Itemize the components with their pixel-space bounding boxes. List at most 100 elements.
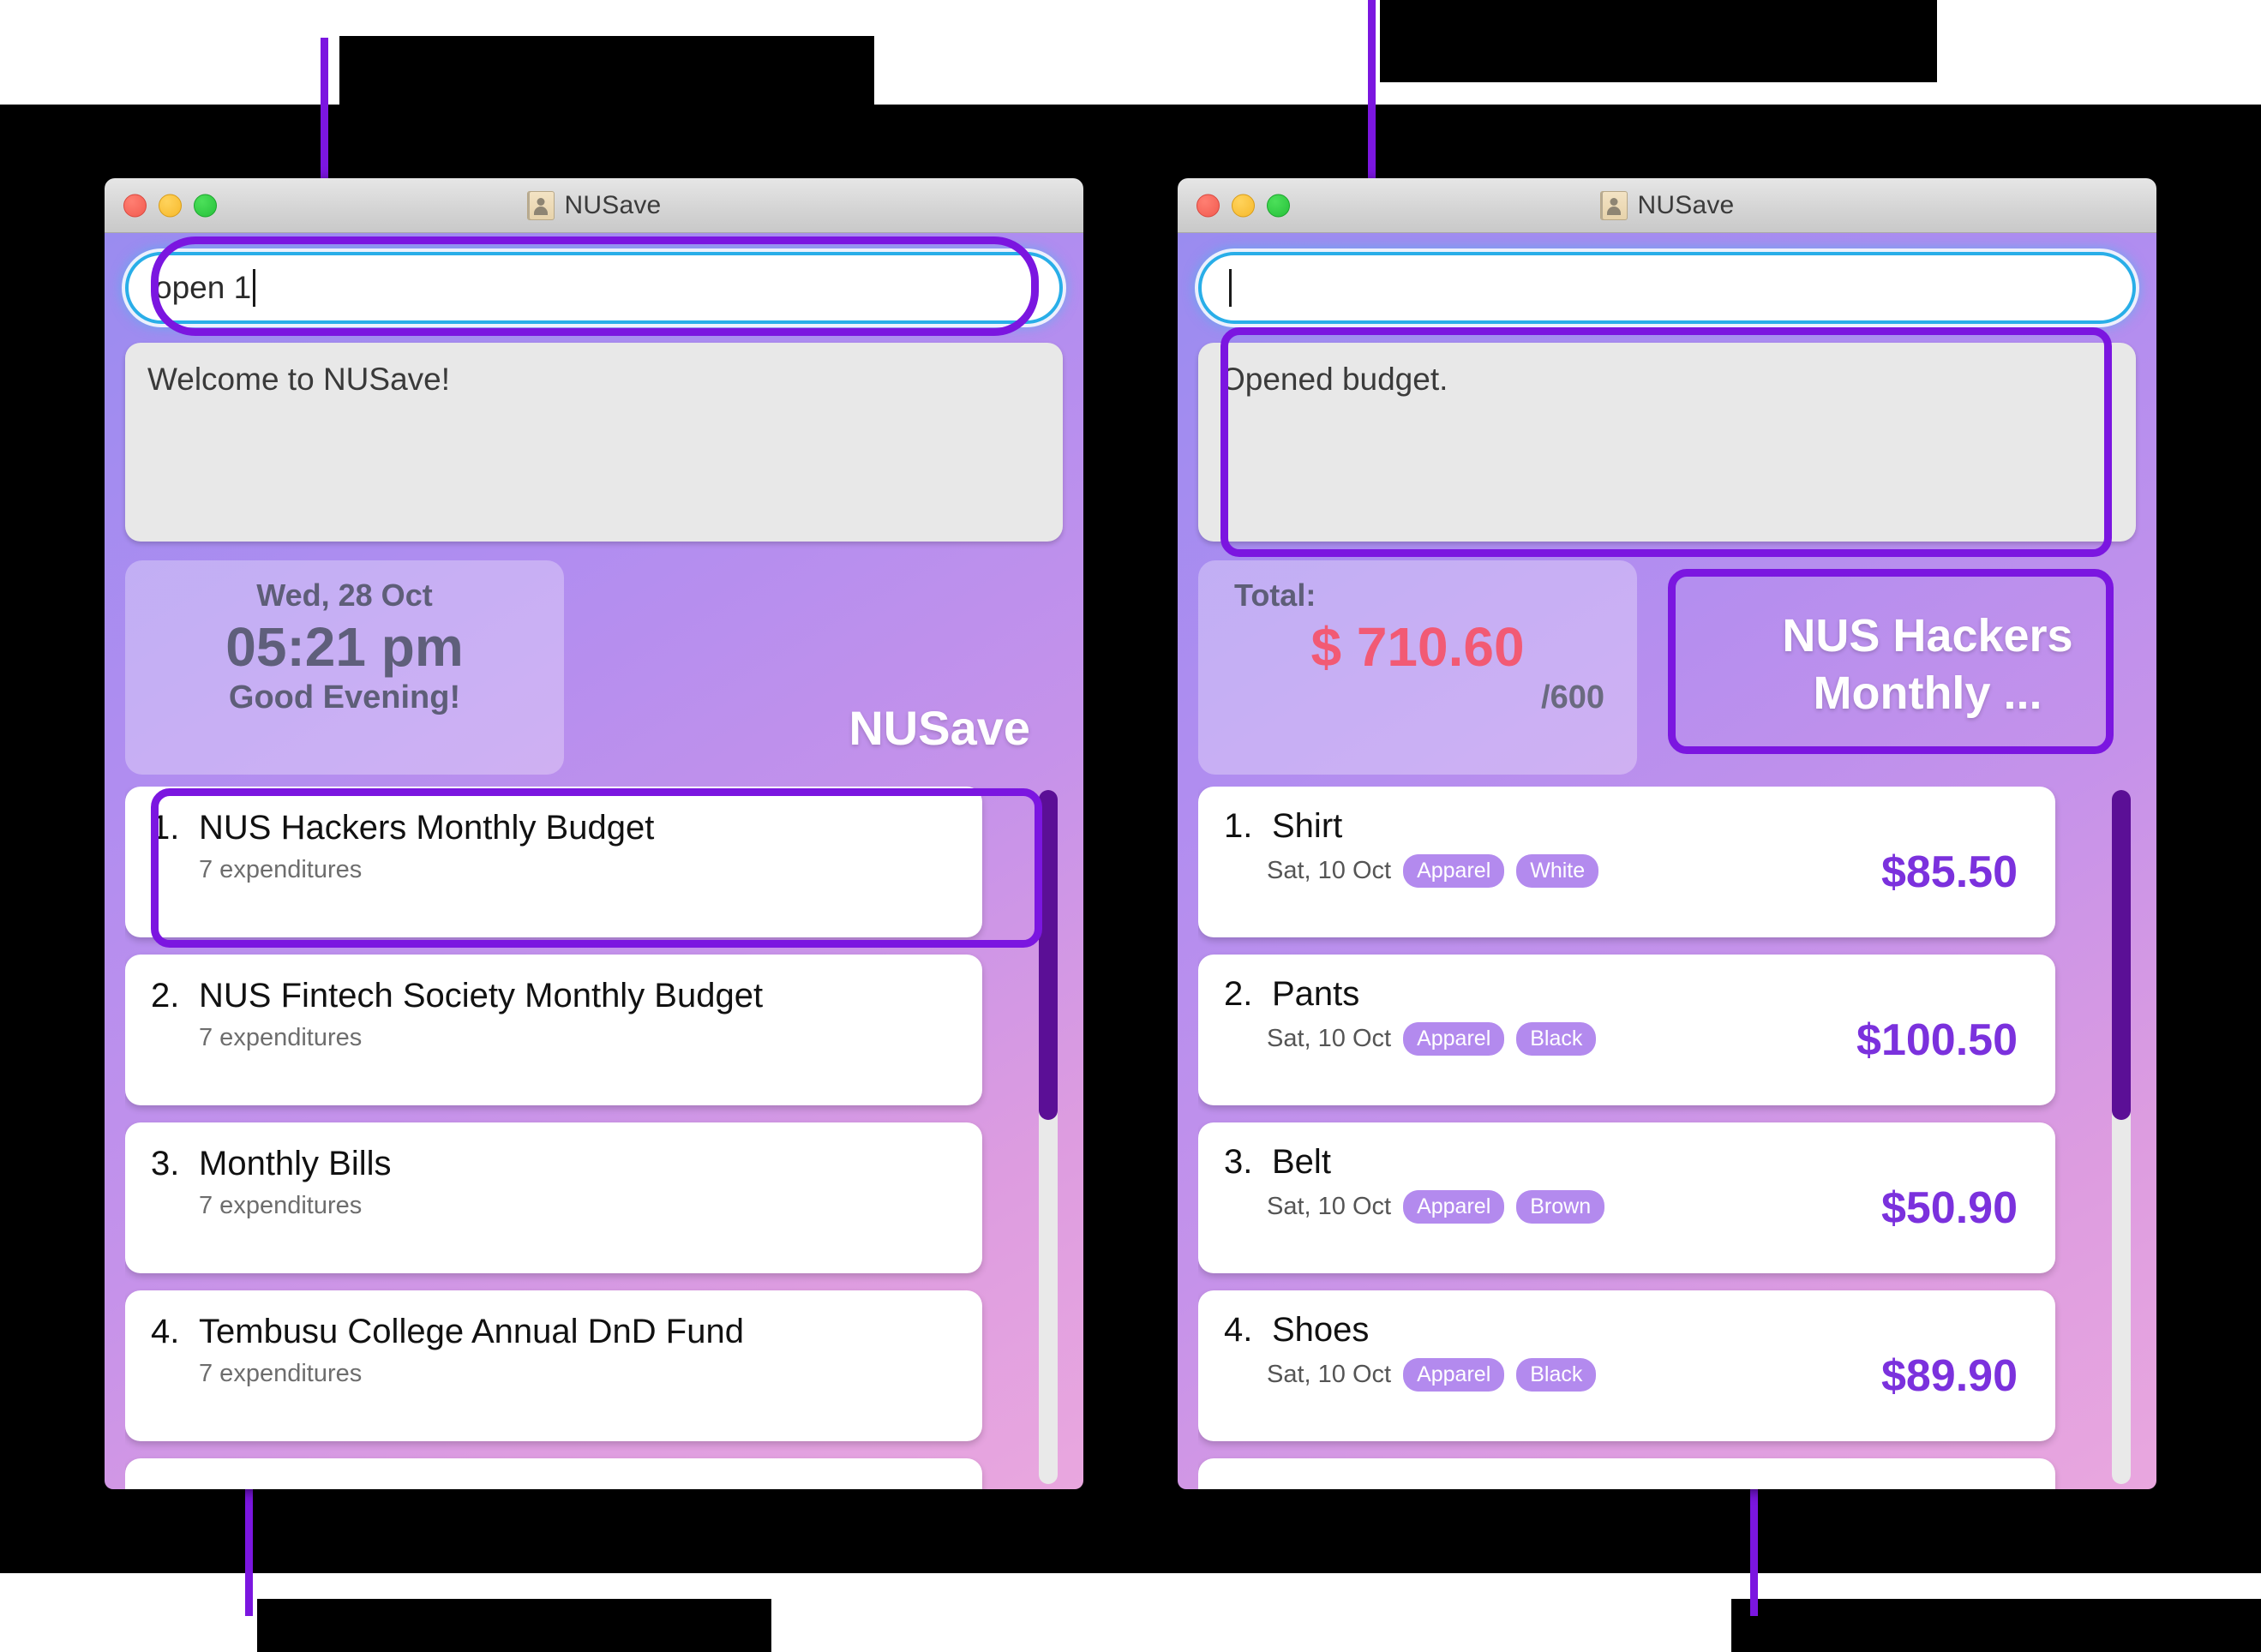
expenditure-index: 2. bbox=[1224, 975, 1253, 1013]
expenditure-list-item[interactable] bbox=[1198, 1458, 2055, 1489]
expenditure-list-item[interactable]: 3. Belt Sat, 10 Oct Apparel Brown $50.90 bbox=[1198, 1122, 2055, 1273]
titlebar[interactable]: NUSave bbox=[105, 178, 1083, 233]
expenditure-name: Shoes bbox=[1272, 1311, 1370, 1349]
app-body: Opened budget. Total: $ 710.60 /600 NUS … bbox=[1178, 233, 2156, 1489]
budget-list-item[interactable]: 1. NUS Hackers Monthly Budget 7 expenditu… bbox=[125, 787, 982, 937]
redacted-callout-right-bottom bbox=[1731, 1599, 2261, 1652]
redacted-callout-right-top bbox=[1380, 0, 1937, 82]
traffic-light-group bbox=[1196, 194, 1290, 217]
traffic-light-group bbox=[123, 194, 217, 217]
feedback-message: Opened budget. bbox=[1220, 362, 1448, 397]
expenditure-tag[interactable]: Apparel bbox=[1403, 1022, 1505, 1056]
total-label: Total: bbox=[1234, 578, 1316, 613]
redacted-callout-left-top bbox=[339, 36, 874, 108]
expenditure-index: 3. bbox=[1224, 1143, 1253, 1181]
budget-list-item[interactable]: 3. Monthly Bills 7 expenditures bbox=[125, 1122, 982, 1273]
expenditure-tag[interactable]: Apparel bbox=[1403, 1190, 1505, 1224]
titlebar[interactable]: NUSave bbox=[1178, 178, 2156, 233]
info-row: Wed, 28 Oct 05:21 pm Good Evening! NUSav… bbox=[125, 560, 1063, 775]
expenditure-list: 1. Shirt Sat, 10 Oct Apparel White $85.50… bbox=[1198, 787, 2055, 1489]
expenditure-amount: $85.50 bbox=[1880, 847, 2018, 897]
expenditure-name: Belt bbox=[1272, 1143, 1331, 1181]
budget-item-title-row: 1. NUS Hackers Monthly Budget bbox=[151, 809, 957, 847]
feedback-panel: Opened budget. bbox=[1198, 343, 2136, 542]
scrollbar-thumb[interactable] bbox=[2112, 790, 2131, 1120]
budget-item-name: Monthly Bills bbox=[199, 1145, 392, 1182]
text-caret bbox=[1229, 269, 1232, 307]
expenditure-details: 1. Shirt Sat, 10 Oct Apparel White bbox=[1224, 807, 1881, 888]
command-input[interactable]: open 1 bbox=[125, 252, 1063, 324]
budget-item-subtitle: 7 expenditures bbox=[199, 1360, 363, 1387]
expenditure-meta: Sat, 10 Oct Apparel White bbox=[1267, 854, 1881, 888]
expenditure-title-row: 3. Belt bbox=[1224, 1143, 1881, 1182]
expenditure-tag[interactable]: Apparel bbox=[1403, 854, 1505, 888]
list-scrollbar[interactable] bbox=[1039, 790, 1058, 1484]
expenditure-date: Sat, 10 Oct bbox=[1267, 1193, 1392, 1220]
budget-item-title-row: 2. NUS Fintech Society Monthly Budget bbox=[151, 977, 957, 1015]
budget-item-subtitle: 7 expenditures bbox=[199, 1024, 363, 1051]
expenditure-title-row: 4. Shoes bbox=[1224, 1311, 1881, 1350]
expenditure-details: 4. Shoes Sat, 10 Oct Apparel Black bbox=[1224, 1311, 1881, 1392]
current-date: Wed, 28 Oct bbox=[256, 578, 433, 613]
budget-item-name: Tembusu College Annual DnD Fund bbox=[199, 1313, 744, 1350]
budget-item-index: 4. bbox=[151, 1313, 180, 1350]
expenditure-amount: $100.50 bbox=[1856, 1015, 2018, 1065]
expenditure-meta: Sat, 10 Oct Apparel Black bbox=[1267, 1022, 1856, 1056]
expenditure-list-item[interactable]: 4. Shoes Sat, 10 Oct Apparel Black $89.90 bbox=[1198, 1290, 2055, 1441]
budget-list-item[interactable]: 2. NUS Fintech Society Monthly Budget 7 e… bbox=[125, 955, 982, 1105]
close-button[interactable] bbox=[1196, 194, 1220, 217]
expenditure-name: Shirt bbox=[1272, 807, 1343, 845]
minimize-button[interactable] bbox=[1232, 194, 1255, 217]
greeting-text: Good Evening! bbox=[228, 679, 461, 716]
expenditure-tag[interactable]: Apparel bbox=[1403, 1358, 1505, 1392]
total-card: Total: $ 710.60 /600 bbox=[1198, 560, 1637, 775]
screenshot-stage: NUSave open 1 Welcome to NUSave! Wed, 28… bbox=[0, 0, 2261, 1652]
expenditure-tag[interactable]: White bbox=[1516, 854, 1599, 888]
list-scrollbar[interactable] bbox=[2112, 790, 2131, 1484]
expenditure-date: Sat, 10 Oct bbox=[1267, 1361, 1392, 1388]
budget-item-subtitle: 7 expenditures bbox=[199, 856, 363, 883]
close-button[interactable] bbox=[123, 194, 147, 217]
window-title: NUSave bbox=[1637, 190, 1735, 219]
budget-list-region: 1. NUS Hackers Monthly Budget 7 expenditu… bbox=[125, 787, 1063, 1489]
window-expenditure-list[interactable]: NUSave Opened budget. Total: $ 710.60 /6… bbox=[1178, 178, 2156, 1489]
budget-item-subtitle: 7 expenditures bbox=[199, 1192, 363, 1219]
budget-list-item[interactable] bbox=[125, 1458, 982, 1489]
budget-item-index: 3. bbox=[151, 1145, 180, 1182]
datetime-card: Wed, 28 Oct 05:21 pm Good Evening! bbox=[125, 560, 564, 775]
feedback-panel: Welcome to NUSave! bbox=[125, 343, 1063, 542]
total-threshold: /600 bbox=[1541, 679, 1604, 716]
window-title-group: NUSave bbox=[526, 190, 662, 220]
scrollbar-thumb[interactable] bbox=[1039, 790, 1058, 1120]
expenditure-index: 4. bbox=[1224, 1311, 1253, 1349]
expenditure-list-item[interactable]: 2. Pants Sat, 10 Oct Apparel Black $100.5… bbox=[1198, 955, 2055, 1105]
expenditure-title-row: 2. Pants bbox=[1224, 975, 1856, 1014]
current-time: 05:21 pm bbox=[225, 616, 464, 678]
expenditure-meta: Sat, 10 Oct Apparel Black bbox=[1267, 1358, 1881, 1392]
info-row: Total: $ 710.60 /600 NUS Hackers Monthly… bbox=[1198, 560, 2136, 775]
zoom-button[interactable] bbox=[1267, 194, 1290, 217]
expenditure-name: Pants bbox=[1272, 975, 1360, 1013]
expenditure-title-row: 1. Shirt bbox=[1224, 807, 1881, 846]
expenditure-tag[interactable]: Brown bbox=[1516, 1190, 1605, 1224]
expenditure-details: 3. Belt Sat, 10 Oct Apparel Brown bbox=[1224, 1143, 1881, 1224]
expenditure-tag[interactable]: Black bbox=[1516, 1358, 1597, 1392]
active-budget-name-line1: NUS Hackers bbox=[1782, 610, 2073, 662]
window-budget-list[interactable]: NUSave open 1 Welcome to NUSave! Wed, 28… bbox=[105, 178, 1083, 1489]
expenditure-date: Sat, 10 Oct bbox=[1267, 1025, 1392, 1052]
expenditure-meta: Sat, 10 Oct Apparel Brown bbox=[1267, 1190, 1881, 1224]
app-body: open 1 Welcome to NUSave! Wed, 28 Oct 05… bbox=[105, 233, 1083, 1489]
command-input-value: open 1 bbox=[154, 270, 252, 305]
budget-item-name: NUS Fintech Society Monthly Budget bbox=[199, 977, 764, 1015]
command-input[interactable] bbox=[1198, 252, 2136, 324]
expenditure-amount: $50.90 bbox=[1880, 1183, 2018, 1233]
minimize-button[interactable] bbox=[159, 194, 182, 217]
zoom-button[interactable] bbox=[194, 194, 217, 217]
expenditure-tag[interactable]: Black bbox=[1516, 1022, 1597, 1056]
active-budget-name-line2: Monthly ... bbox=[1813, 667, 2042, 719]
contact-card-icon bbox=[1599, 190, 1628, 220]
expenditure-list-item[interactable]: 1. Shirt Sat, 10 Oct Apparel White $85.50 bbox=[1198, 787, 2055, 937]
window-title-group: NUSave bbox=[1599, 190, 1735, 220]
expenditure-index: 1. bbox=[1224, 807, 1253, 845]
budget-list-item[interactable]: 4. Tembusu College Annual DnD Fund 7 expe… bbox=[125, 1290, 982, 1441]
